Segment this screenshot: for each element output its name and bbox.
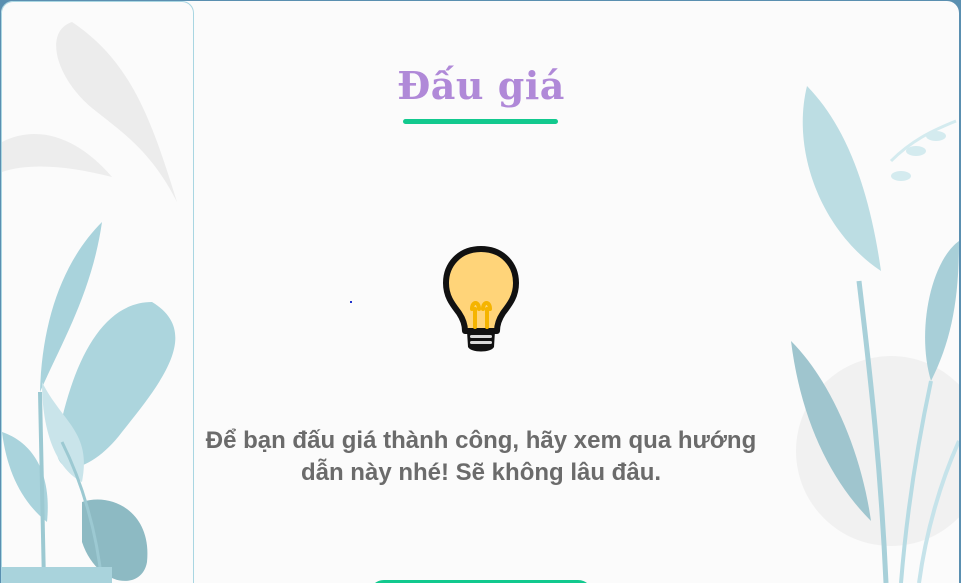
tutorial-message: Để bạn đấu giá thành công, hãy xem qua h…: [205, 427, 757, 486]
stray-dot: [350, 301, 352, 303]
lightbulb-icon: [443, 246, 519, 352]
title-underline: [403, 119, 558, 124]
tutorial-screen: Đấu giá Để bạn đấu giá thành công, hãy x…: [1, 1, 959, 583]
page-title: Đấu giá: [397, 63, 565, 108]
